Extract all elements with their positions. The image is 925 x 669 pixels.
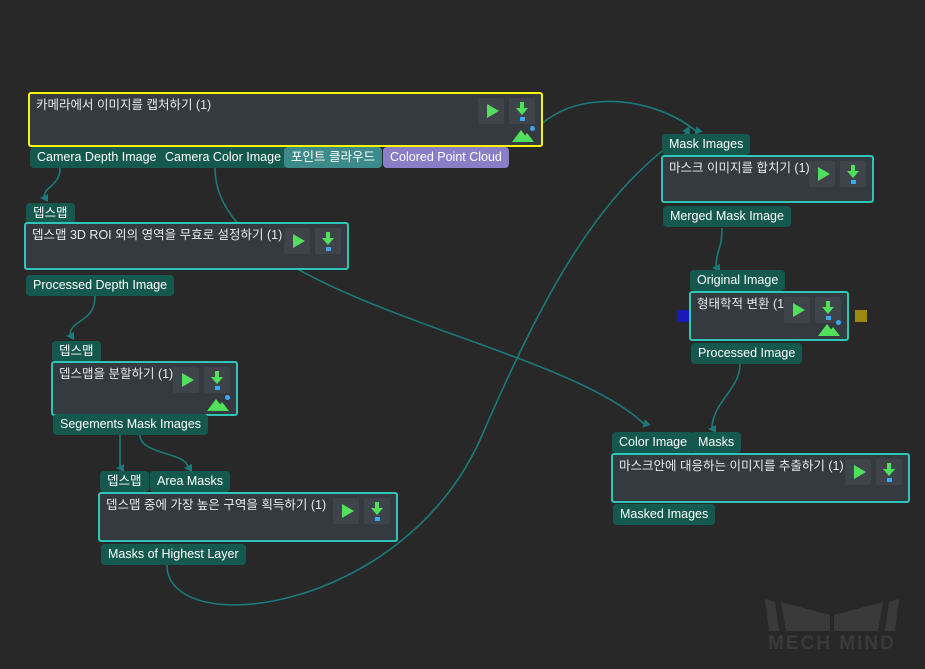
image-icon-dot: [836, 320, 841, 325]
node-buttons: [845, 459, 902, 485]
download-button[interactable]: [876, 459, 902, 485]
port-original-image[interactable]: Original Image: [690, 270, 786, 291]
node-title: 뎁스맵을 분할하기 (1): [59, 367, 174, 381]
download-button[interactable]: [315, 228, 341, 254]
node-invalidate-outside-roi[interactable]: 뎁스맵 3D ROI 외의 영역을 무효로 설정하기 (1): [24, 222, 349, 270]
image-output-icon: [818, 320, 842, 336]
image-icon-mountain-2: [215, 402, 229, 411]
node-buttons: [333, 498, 390, 524]
run-button[interactable]: [845, 459, 871, 485]
play-icon: [853, 465, 866, 479]
download-icon-head: [371, 508, 383, 515]
image-output-icon: [512, 126, 536, 142]
graph-canvas[interactable]: 카메라에서 이미지를 캡처하기 (1) Camera Depth Image C…: [0, 0, 925, 669]
port-camera-depth-image[interactable]: Camera Depth Image: [30, 147, 164, 168]
run-button[interactable]: [284, 228, 310, 254]
download-icon-base: [214, 386, 220, 390]
image-output-icon: [207, 395, 231, 411]
edge-processed-image-to-masks: [708, 363, 741, 434]
mech-mind-wordmark: MECH MIND: [768, 633, 896, 654]
port-roi-in-depth-map[interactable]: 뎁스맵: [26, 203, 75, 224]
download-icon-base: [374, 517, 380, 521]
run-button[interactable]: [173, 367, 199, 393]
node-buttons: [809, 161, 866, 187]
node-extract-masked-images[interactable]: 마스크안에 대응하는 이미지를 추출하기 (1): [611, 453, 910, 503]
download-icon-head: [322, 238, 334, 245]
node-title: 뎁스맵 3D ROI 외의 영역을 무효로 설정하기 (1): [32, 228, 283, 242]
node-title: 마스크 이미지를 합치기 (1): [669, 161, 810, 175]
play-icon: [181, 373, 194, 387]
play-icon: [792, 303, 805, 317]
download-button[interactable]: [840, 161, 866, 187]
port-highest-in-area-masks[interactable]: Area Masks: [150, 471, 230, 492]
port-segment-in-depth-map[interactable]: 뎁스맵: [52, 341, 101, 362]
port-highest-in-depth-map[interactable]: 뎁스맵: [100, 471, 149, 492]
port-segements-mask-images[interactable]: Segements Mask Images: [53, 414, 209, 435]
download-icon-head: [516, 108, 528, 115]
port-processed-depth-image[interactable]: Processed Depth Image: [26, 275, 175, 296]
download-icon-base: [850, 180, 856, 184]
play-icon: [817, 167, 830, 181]
download-button[interactable]: [509, 98, 535, 124]
node-title: 형태학적 변환 (1): [697, 297, 789, 311]
edge-color-to-extract: [214, 167, 651, 428]
download-button[interactable]: [204, 367, 230, 393]
run-button[interactable]: [333, 498, 359, 524]
download-icon-head: [211, 377, 223, 384]
node-buttons: [173, 367, 230, 393]
image-icon-mountain-2: [520, 133, 534, 142]
node-title: 카메라에서 이미지를 캡처하기 (1): [36, 98, 212, 112]
port-color-image[interactable]: Color Image: [612, 432, 695, 453]
image-icon-dot: [530, 126, 535, 131]
edge-merged-to-original: [712, 227, 723, 273]
download-icon-base: [519, 117, 525, 121]
node-morphological-transform[interactable]: 형태학적 변환 (1): [689, 291, 849, 341]
port-mask-images[interactable]: Mask Images: [662, 134, 751, 155]
node-buttons: [478, 98, 535, 124]
download-icon-head: [883, 469, 895, 476]
side-port-left-blue[interactable]: [677, 310, 689, 322]
download-icon-head: [847, 171, 859, 178]
node-get-highest-layer[interactable]: 뎁스맵 중에 가장 높은 구역을 획득하기 (1): [98, 492, 398, 542]
port-colored-point-cloud[interactable]: Colored Point Cloud: [383, 147, 509, 168]
port-masks-of-highest-layer[interactable]: Masks of Highest Layer: [101, 544, 246, 565]
download-icon-base: [325, 247, 331, 251]
play-icon: [341, 504, 354, 518]
run-button[interactable]: [809, 161, 835, 187]
port-merged-mask-image[interactable]: Merged Mask Image: [663, 206, 791, 227]
image-icon-dot: [225, 395, 230, 400]
node-title: 뎁스맵 중에 가장 높은 구역을 획득하기 (1): [106, 498, 327, 512]
play-icon: [486, 104, 499, 118]
node-merge-mask-images[interactable]: 마스크 이미지를 합치기 (1): [661, 155, 874, 203]
port-camera-color-image[interactable]: Camera Color Image: [158, 147, 289, 168]
mech-mind-watermark: MECH MIND: [757, 593, 907, 655]
download-icon-base: [886, 478, 892, 482]
image-icon-mountain-2: [826, 327, 840, 336]
port-point-cloud[interactable]: 포인트 클라우드: [284, 147, 382, 168]
port-processed-image[interactable]: Processed Image: [691, 343, 803, 364]
side-port-right-olive[interactable]: [855, 310, 867, 322]
play-icon: [292, 234, 305, 248]
run-button[interactable]: [784, 297, 810, 323]
run-button[interactable]: [478, 98, 504, 124]
download-icon-head: [822, 307, 834, 314]
edge-processed-depth-to-segment: [66, 295, 96, 341]
edge-depth-to-roi: [40, 167, 61, 203]
edge-segments-to-area-masks: [139, 434, 193, 472]
port-masked-images[interactable]: Masked Images: [613, 504, 716, 525]
node-capture-image[interactable]: 카메라에서 이미지를 캡처하기 (1): [28, 92, 543, 147]
download-button[interactable]: [364, 498, 390, 524]
node-segment-depth-map[interactable]: 뎁스맵을 분할하기 (1): [51, 361, 238, 416]
port-masks[interactable]: Masks: [691, 432, 742, 453]
node-title: 마스크안에 대응하는 이미지를 추출하기 (1): [619, 459, 844, 473]
node-buttons: [284, 228, 341, 254]
mech-mind-logo-icon: [765, 599, 899, 631]
